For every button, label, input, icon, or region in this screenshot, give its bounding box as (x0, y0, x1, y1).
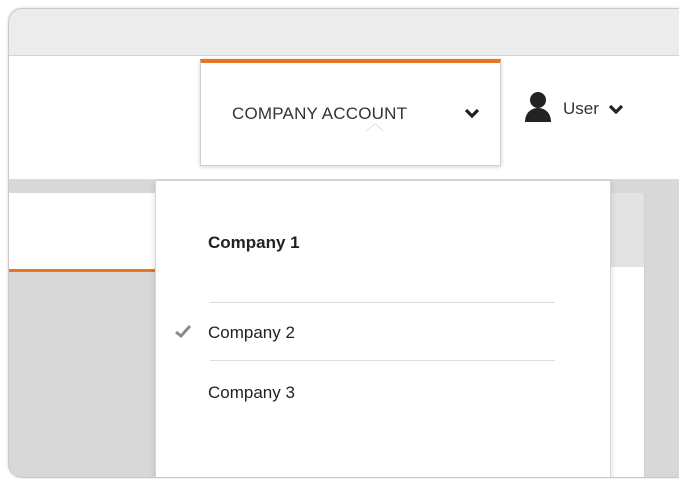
user-icon (523, 91, 553, 128)
title-bar (9, 9, 679, 56)
company-dropdown-menu: Company 1 Company 2 Company 3 (155, 181, 611, 477)
user-label: User (563, 99, 599, 118)
top-navbar: COMPANY ACCOUNT User (9, 56, 679, 180)
dropdown-divider (210, 360, 555, 361)
dropdown-item-company-1[interactable]: Company 1 (156, 233, 610, 263)
company-account-button[interactable]: COMPANY ACCOUNT (200, 59, 501, 166)
company-account-label: COMPANY ACCOUNT (232, 104, 408, 123)
dropdown-item-company-2[interactable]: Company 2 (156, 323, 610, 353)
dropdown-caret (366, 124, 384, 132)
dropdown-divider (210, 302, 555, 303)
dropdown-item-company-3[interactable]: Company 3 (156, 383, 610, 413)
browser-window: COMPANY ACCOUNT User Company 1 Company 2… (8, 8, 679, 478)
dropdown-item-label: Company 2 (208, 323, 295, 342)
dropdown-item-label: Company 3 (208, 383, 295, 402)
chevron-down-icon (464, 107, 480, 125)
dropdown-item-label: Company 1 (208, 233, 300, 252)
checkmark-icon (174, 323, 192, 344)
chevron-down-icon (608, 103, 624, 121)
